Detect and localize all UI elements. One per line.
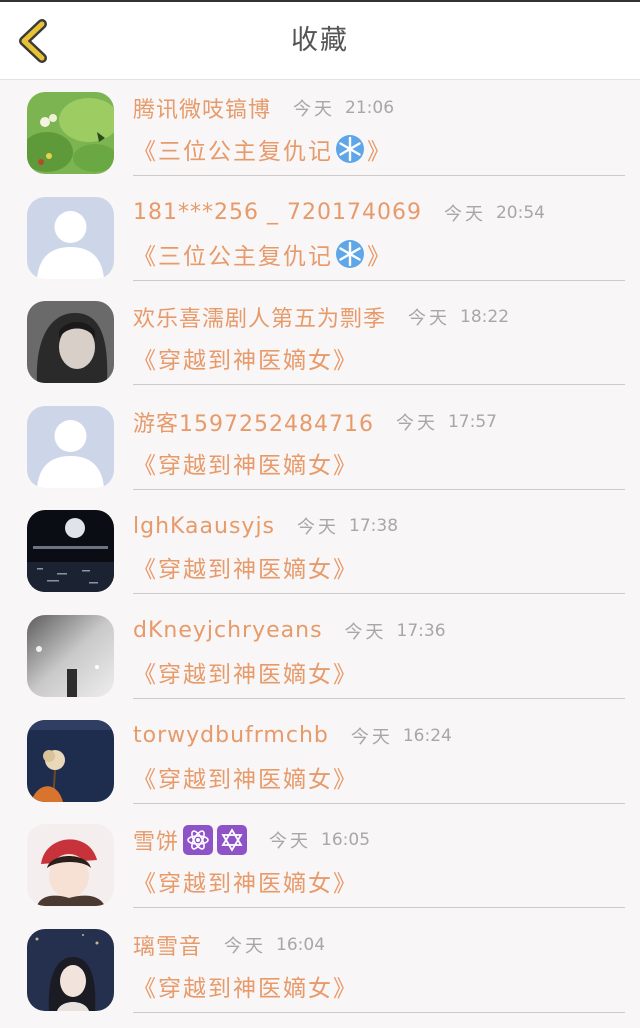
time-label: 18:22 xyxy=(460,307,510,328)
item-content: 腾讯微吱镐博 今天 21:06 《三位公主复仇记 》 xyxy=(133,80,625,176)
list-item[interactable]: torwydbufrmchb 今天 16:24 《穿越到神医嫡女》 xyxy=(0,708,640,813)
night-moon-avatar[interactable] xyxy=(27,510,114,593)
book-title-close: 》 xyxy=(367,139,392,165)
time-label: 17:38 xyxy=(349,516,399,537)
user-name[interactable]: 游客1597252484716 xyxy=(133,406,374,438)
user-name[interactable]: lghKaausyjs xyxy=(133,514,275,539)
green-leaf-avatar[interactable] xyxy=(27,92,114,174)
list-item[interactable]: lghKaausyjs 今天 17:38 《穿越到神医嫡女》 xyxy=(0,498,640,603)
time-label: 17:57 xyxy=(447,411,497,432)
default-avatar[interactable] xyxy=(27,405,114,488)
list-item[interactable]: 游客1597252484716 今天 17:57 《穿越到神医嫡女》 xyxy=(0,394,640,499)
book-title-text: 《三位公主复仇记 xyxy=(133,139,333,165)
book-title[interactable]: 《三位公主复仇记 》 xyxy=(133,132,392,166)
app-header: 收藏 xyxy=(0,2,640,80)
grey-sky-avatar[interactable] xyxy=(27,614,114,697)
time-label: 20:54 xyxy=(495,202,545,223)
book-title[interactable]: 《穿越到神医嫡女》 xyxy=(133,760,358,794)
page-title: 收藏 xyxy=(291,25,349,56)
snowflake-icon xyxy=(336,239,364,268)
book-title[interactable]: 《穿越到神医嫡女》 xyxy=(133,864,358,898)
book-title-text: 《三位公主复仇记 xyxy=(133,243,333,270)
item-content: dKneyjchryeans 今天 17:36 《穿越到神医嫡女》 xyxy=(133,603,625,699)
book-title[interactable]: 《三位公主复仇记 》 xyxy=(133,237,392,271)
date-label: 今天 xyxy=(293,99,336,120)
date-label: 今天 xyxy=(350,726,393,748)
item-content: torwydbufrmchb 今天 16:24 《穿越到神医嫡女》 xyxy=(133,708,625,804)
date-label: 今天 xyxy=(269,831,312,853)
item-content: lghKaausyjs 今天 17:38 《穿越到神医嫡女》 xyxy=(133,498,625,595)
date-label: 今天 xyxy=(297,517,340,539)
list-item[interactable]: 腾讯微吱镐博 今天 21:06 《三位公主复仇记 》 xyxy=(0,80,640,185)
time-label: 21:06 xyxy=(345,98,395,118)
list-item[interactable]: dKneyjchryeans 今天 17:36 《穿越到神医嫡女》 xyxy=(0,603,640,708)
anime-girl-avatar[interactable] xyxy=(27,928,114,1011)
atom-icon xyxy=(183,825,214,856)
item-content: 游客1597252484716 今天 17:57 《穿越到神医嫡女》 xyxy=(133,394,625,490)
book-title[interactable]: 《穿越到神医嫡女》 xyxy=(133,969,358,1003)
book-title-close: 》 xyxy=(367,243,392,270)
date-label: 今天 xyxy=(443,203,486,225)
book-title[interactable]: 《穿越到神医嫡女》 xyxy=(133,655,358,689)
user-name[interactable]: dKneyjchryeans xyxy=(133,618,323,643)
user-name[interactable]: 璃雪音 xyxy=(133,929,202,961)
time-label: 16:05 xyxy=(321,830,371,851)
user-name[interactable]: 181***256 _ 720174069 xyxy=(133,200,422,225)
date-label: 今天 xyxy=(224,935,267,957)
item-content: 欢乐喜濡剧人第五为剽季 今天 18:22 《穿越到神医嫡女》 xyxy=(133,289,625,386)
date-label: 今天 xyxy=(395,412,438,434)
book-title[interactable]: 《穿越到神医嫡女》 xyxy=(133,341,358,375)
date-label: 今天 xyxy=(408,308,451,330)
book-title[interactable]: 《穿越到神医嫡女》 xyxy=(133,550,358,584)
star-of-david-icon xyxy=(217,825,248,856)
snowflake-icon xyxy=(336,135,364,163)
user-name[interactable]: 腾讯微吱镐博 xyxy=(133,92,271,124)
flower-avatar[interactable] xyxy=(27,719,114,802)
list-item[interactable]: 欢乐喜濡剧人第五为剽季 今天 18:22 《穿越到神医嫡女》 xyxy=(0,289,640,394)
time-label: 16:24 xyxy=(402,725,452,746)
item-content: 雪饼 今天 16:05 《穿越到神医嫡女》 xyxy=(133,812,625,909)
default-avatar[interactable] xyxy=(27,196,114,279)
time-label: 17:36 xyxy=(396,620,446,641)
item-content: 璃雪音 今天 16:04 《穿越到神医嫡女》 xyxy=(133,917,625,1013)
list-item[interactable]: 181***256 _ 720174069 今天 20:54 《三位公主复仇记 … xyxy=(0,185,640,290)
anime-boy-avatar[interactable] xyxy=(27,824,114,907)
hooded-person-avatar[interactable] xyxy=(27,301,114,384)
date-label: 今天 xyxy=(344,621,387,643)
user-name[interactable]: 雪饼 xyxy=(133,824,179,856)
user-name[interactable]: torwydbufrmchb xyxy=(133,723,329,748)
list-item[interactable]: 璃雪音 今天 16:04 《穿越到神医嫡女》 xyxy=(0,917,640,1022)
list-item[interactable]: 雪饼 今天 16:05 《穿越到神医嫡女》 xyxy=(0,812,640,917)
item-content: 181***256 _ 720174069 今天 20:54 《三位公主复仇记 … xyxy=(133,185,625,281)
book-title[interactable]: 《穿越到神医嫡女》 xyxy=(133,446,358,480)
favorites-list: 腾讯微吱镐博 今天 21:06 《三位公主复仇记 》 181***256 _ 7… xyxy=(0,80,640,1021)
time-label: 16:04 xyxy=(276,934,326,955)
user-name[interactable]: 欢乐喜濡剧人第五为剽季 xyxy=(133,301,386,333)
